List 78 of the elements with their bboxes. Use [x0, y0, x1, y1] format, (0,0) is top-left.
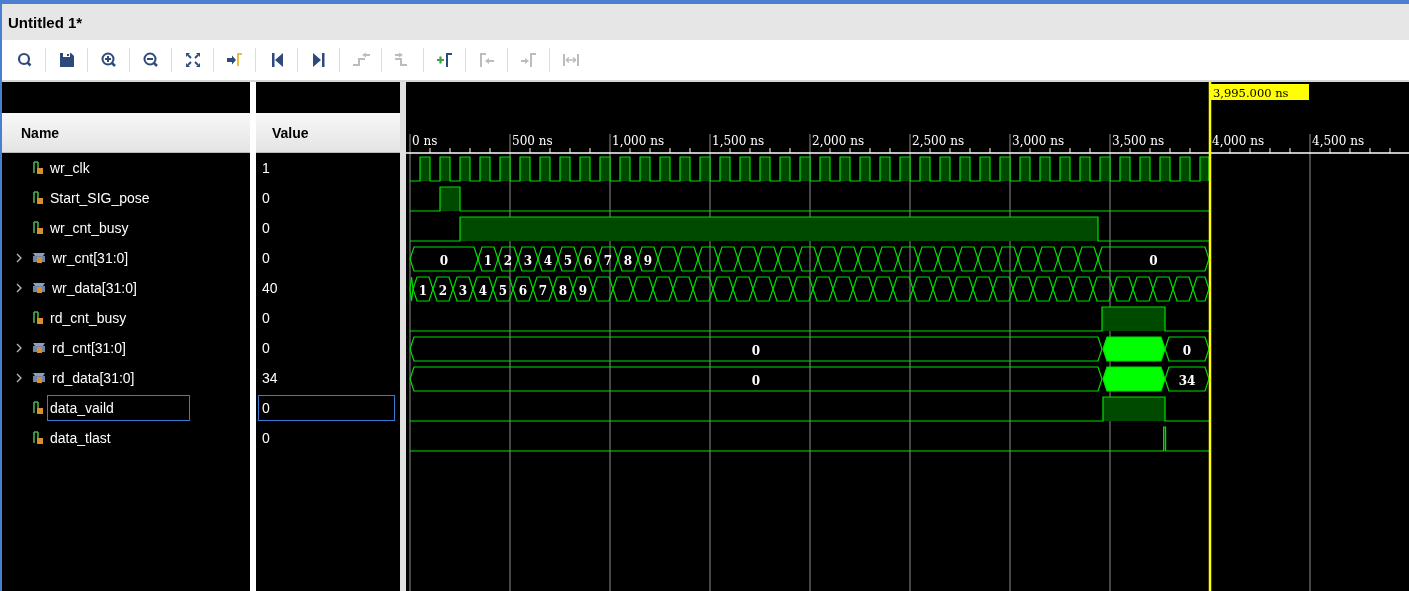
bus-value: 2 [503, 254, 513, 268]
bus-value: 1 [483, 254, 493, 268]
bus-value: 3 [523, 254, 533, 268]
signal-value: 1 [261, 159, 271, 178]
arrow-bracket-right-icon [518, 51, 539, 69]
signal-value: 0 [261, 189, 271, 208]
double-arrow-bars-icon [560, 51, 581, 69]
time-label: 4,000 ns [1212, 134, 1265, 148]
chevron-icon[interactable] [15, 343, 23, 353]
cursor-time-label: 3,995.000 ns [1211, 84, 1309, 100]
bus-value: 4 [478, 284, 488, 298]
chevron-icon[interactable] [15, 253, 23, 263]
step-left-icon [350, 51, 371, 69]
signal-name[interactable]: rd_data[31:0] [49, 365, 138, 391]
signal-name[interactable]: wr_cnt_busy [47, 215, 132, 241]
signal-icon [32, 161, 44, 175]
time-label: 2,000 ns [812, 134, 865, 148]
signal-name[interactable]: data_tlast [47, 425, 114, 451]
bus-value: 6 [583, 254, 593, 268]
signal-icon [32, 221, 44, 235]
bus-value: 4 [543, 254, 553, 268]
signal-icon [32, 311, 44, 325]
bus-value: 0 [439, 254, 449, 268]
signal-icon [32, 401, 44, 415]
signal-value: 40 [261, 279, 279, 298]
signal-name[interactable]: wr_cnt[31:0] [49, 245, 132, 271]
bus-value: 5 [498, 284, 508, 298]
signal-value: 0 [261, 219, 271, 238]
window-title: Untitled 1* [8, 13, 83, 31]
bus-value: 3 [458, 284, 468, 298]
time-cursor[interactable] [1208, 82, 1212, 591]
signal-name[interactable]: data_vaild [47, 395, 190, 421]
time-label: 0 ns [412, 134, 438, 148]
signal-name[interactable]: rd_cnt_busy [47, 305, 130, 331]
column-header[interactable]: Name [2, 113, 250, 153]
bus-value: 9 [643, 254, 653, 268]
signal-value: 34 [261, 369, 279, 388]
time-label: 500 ns [512, 134, 553, 148]
bus-value: 0 [1149, 254, 1158, 268]
bus-value: 1 [418, 284, 428, 298]
bus-value: 0 [751, 374, 761, 388]
signal-value: 0 [261, 339, 271, 358]
bus-icon [32, 341, 46, 355]
signal-value: 0 [258, 395, 395, 421]
signal-value: 0 [261, 429, 271, 448]
bus-value: 34 [1178, 374, 1196, 388]
time-label: 3,500 ns [1112, 134, 1165, 148]
signal-name[interactable]: Start_SIG_pose [47, 185, 153, 211]
signal-icon [32, 431, 44, 445]
chevron-icon[interactable] [15, 373, 23, 383]
chevron-icon[interactable] [15, 283, 23, 293]
signal-name[interactable]: wr_data[31:0] [49, 275, 140, 301]
bus-value: 6 [518, 284, 528, 298]
signal-name[interactable]: rd_cnt[31:0] [49, 335, 129, 361]
column-header[interactable]: Value [256, 113, 400, 153]
bus-value: 2 [438, 284, 448, 298]
time-label: 1,000 ns [612, 134, 665, 148]
time-label: 4,500 ns [1312, 134, 1365, 148]
bus-value: 9 [578, 284, 588, 298]
arrow-bracket-icon [224, 51, 245, 69]
signal-name[interactable]: wr_clk [47, 155, 93, 181]
time-label: 1,500 ns [712, 134, 765, 148]
bus-value: 0 [1182, 344, 1192, 358]
signal-value: 0 [261, 309, 271, 328]
signal-icon [32, 191, 44, 205]
signal-value: 0 [261, 249, 271, 268]
bus-value: 5 [563, 254, 573, 268]
bus-value: 7 [538, 284, 548, 298]
bus-icon [32, 371, 46, 385]
bus-value: 8 [623, 254, 633, 268]
bus-value: 7 [603, 254, 613, 268]
bus-icon [32, 251, 46, 265]
bus-icon [32, 281, 46, 295]
time-label: 2,500 ns [912, 134, 965, 148]
bus-value: 8 [558, 284, 568, 298]
plus-bracket-icon [434, 51, 455, 69]
time-label: 3,000 ns [1012, 134, 1065, 148]
bus-value: 0 [751, 344, 761, 358]
